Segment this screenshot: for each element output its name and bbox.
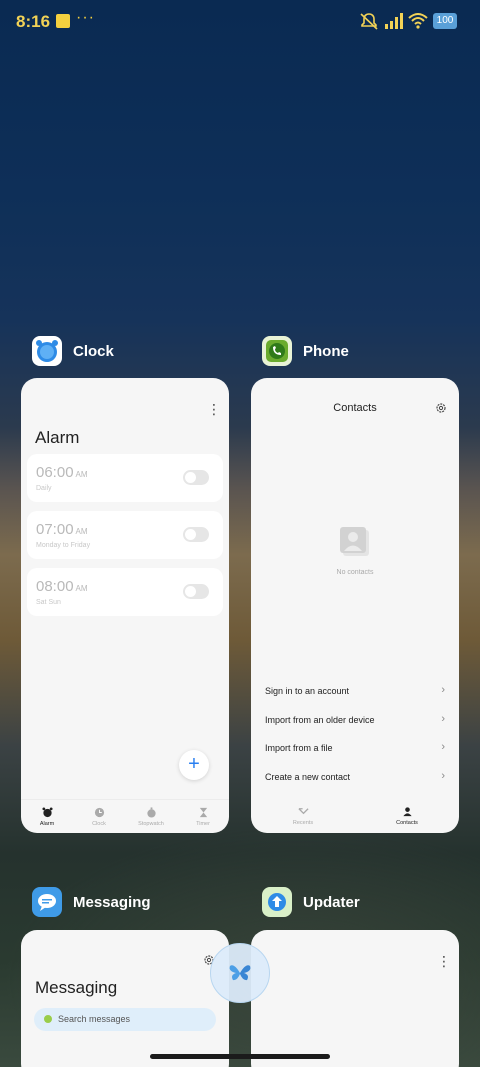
alarm-repeat: Sat Sun [36,599,61,606]
updater-app-icon [262,887,292,917]
alarm-time: 06:00 AM [36,464,88,481]
alarm-time: 08:00 AM [36,578,88,595]
messaging-title: Messaging [35,978,118,997]
signal-icon [385,13,403,29]
alarm-toggle[interactable] [183,470,209,485]
recent-card-updater[interactable]: ⋮ [251,930,459,1067]
contacts-title: Contacts [333,402,377,414]
app-name-phone: Phone [303,342,349,360]
recents-icon [297,808,309,815]
messaging-app-icon [32,887,62,917]
tab-contacts[interactable]: Contacts [355,799,459,833]
tab-timer[interactable]: Timer [177,800,229,833]
chevron-right-icon: › [441,770,445,782]
recent-card-messaging[interactable]: Messaging Search messages [21,930,229,1067]
status-time: 8:16 [16,12,51,31]
app-name-updater: Updater [303,893,360,911]
alarm-title: Alarm [35,428,80,447]
empty-state-text: No contacts [336,569,374,576]
alarm-item[interactable]: 08:00 AM Sat Sun [27,568,223,616]
contacts-icon [402,807,412,817]
recent-app-header-messaging[interactable]: Messaging [32,886,151,918]
chevron-right-icon: › [441,713,445,725]
floating-assistant-button[interactable] [210,943,270,1003]
tab-alarm[interactable]: Alarm [21,800,73,833]
contact-action-create[interactable]: Create a new contact [265,772,445,782]
app-name-messaging: Messaging [73,893,151,911]
contact-action-import-file[interactable]: Import from a file [265,743,445,753]
more-notifications-icon: ··· [76,9,95,26]
wifi-icon [408,13,428,29]
status-bar: 8:16 ··· 100 [0,0,480,44]
clock-app-icon [32,336,62,366]
recent-app-header-updater[interactable]: Updater [262,886,360,918]
battery-icon: 100 [433,13,457,29]
tab-clock[interactable]: Clock [73,800,125,833]
contact-action-import-device[interactable]: Import from an older device [265,715,445,725]
tab-recents[interactable]: Recents [251,799,355,833]
contact-action-sign-in[interactable]: Sign in to an account [265,686,445,696]
search-icon [44,1015,52,1023]
chevron-right-icon: › [441,684,445,696]
alarm-toggle[interactable] [183,584,209,599]
notification-icon [56,14,70,28]
home-indicator[interactable] [150,1054,330,1059]
hourglass-icon [199,807,207,817]
butterfly-icon [229,965,251,981]
alarm-repeat: Daily [36,485,52,492]
recent-app-header-clock[interactable]: Clock [32,335,114,367]
more-options-icon[interactable]: ⋮ [437,954,451,968]
more-options-icon[interactable]: ⋮ [207,402,221,416]
app-name-clock: Clock [73,342,114,360]
search-messages-input[interactable]: Search messages [34,1008,216,1031]
alarm-item[interactable]: 07:00 AM Monday to Friday [27,511,223,559]
alarm-icon [41,806,53,817]
recent-card-clock[interactable]: ⋮ Alarm 06:00 AM Daily 07:00 AM Monday to … [21,378,229,833]
chevron-right-icon: › [441,741,445,753]
alarm-time: 07:00 AM [36,521,88,538]
clock-icon [94,807,104,817]
settings-gear-icon[interactable] [435,402,447,414]
phone-app-icon [262,336,292,366]
alarm-toggle[interactable] [183,527,209,542]
search-placeholder: Search messages [58,1014,131,1024]
clock-bottom-nav: Alarm Clock Stopwatch Timer [21,799,229,833]
recent-card-phone[interactable]: Contacts No contacts Sign in to an accou… [251,378,459,833]
stopwatch-icon [146,806,156,818]
alarm-item[interactable]: 06:00 AM Daily [27,454,223,502]
phone-bottom-nav: Recents Contacts [251,799,459,833]
empty-contacts-icon [340,527,369,556]
alarm-repeat: Monday to Friday [36,542,91,549]
recent-app-header-phone[interactable]: Phone [262,335,349,367]
add-alarm-button[interactable]: + [179,750,209,780]
tab-stopwatch[interactable]: Stopwatch [125,800,177,833]
mute-icon [360,13,378,30]
